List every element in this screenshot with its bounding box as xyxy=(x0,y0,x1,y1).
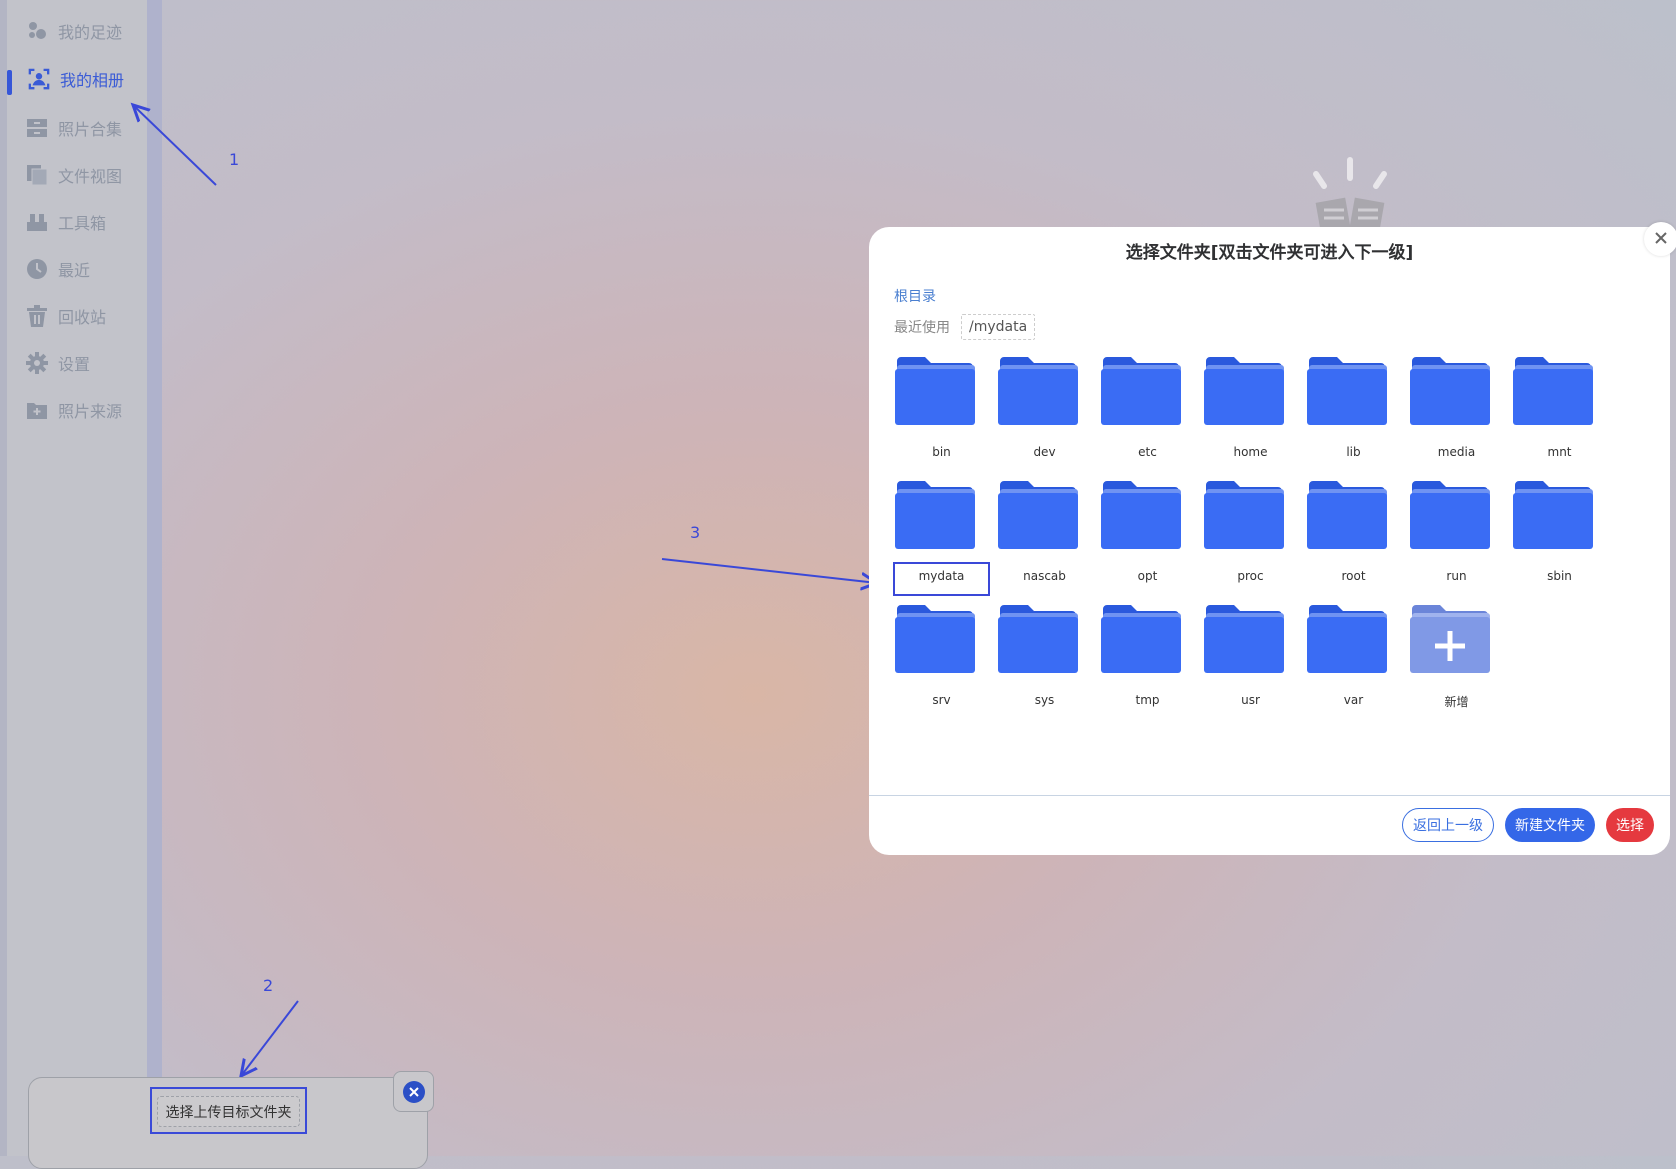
toolbox-icon xyxy=(26,211,48,233)
select-button[interactable]: 选择 xyxy=(1606,808,1654,842)
folder-item[interactable]: var xyxy=(1306,603,1401,715)
folder-label: sbin xyxy=(1547,569,1572,583)
annotation-arrow-2 xyxy=(241,1000,299,1076)
folder-label: root xyxy=(1341,569,1366,583)
sidebar-item-label: 回收站 xyxy=(58,308,107,327)
folder-item[interactable]: sbin xyxy=(1512,479,1607,591)
folder-label: var xyxy=(1343,693,1364,707)
folder-item[interactable]: nascab xyxy=(997,479,1092,591)
empty-state-illustration xyxy=(1300,150,1400,233)
annotation-arrow-3 xyxy=(661,558,877,583)
new-folder-button[interactable]: 新建文件夹 xyxy=(1505,808,1595,842)
folder-label: nascab xyxy=(1023,569,1066,583)
folder-label: srv xyxy=(932,693,951,707)
folder-item[interactable]: run xyxy=(1409,479,1504,591)
sidebar-item-recent[interactable]: 最近 xyxy=(26,252,90,286)
sidebar-item-trash[interactable]: 回收站 xyxy=(26,299,106,333)
folder-label: opt xyxy=(1137,569,1158,583)
dialog-title: 选择文件夹[双击文件夹可进入下一级] xyxy=(1125,243,1414,263)
gear-icon xyxy=(26,352,48,374)
folder-plus-icon xyxy=(26,399,48,421)
sidebar-item-label: 工具箱 xyxy=(58,214,107,233)
sidebar-item-label: 最近 xyxy=(58,261,91,280)
sidebar-item-my-albums[interactable]: 我的相册 xyxy=(28,62,124,96)
sidebar-item-photo-sources[interactable]: 照片来源 xyxy=(26,393,122,427)
select-upload-folder-button[interactable]: 选择上传目标文件夹 xyxy=(157,1096,300,1127)
dialog-close-button[interactable] xyxy=(1644,222,1676,256)
close-icon xyxy=(1654,230,1668,249)
folder-label: dev xyxy=(1033,445,1056,459)
files-copy-icon xyxy=(26,164,48,186)
footprints-icon xyxy=(26,20,48,42)
folder-item[interactable]: dev xyxy=(997,355,1092,467)
folder-item[interactable]: home xyxy=(1203,355,1298,467)
sidebar: 我的足迹 我的相册 照片合集 文件视图 工具箱 最近 回收站 设置 照片来源 xyxy=(0,0,147,1156)
folder-item[interactable]: root xyxy=(1306,479,1401,591)
folder-item[interactable]: usr xyxy=(1203,603,1298,715)
go-up-button[interactable]: 返回上一级 xyxy=(1402,808,1494,842)
sidebar-item-label: 照片合集 xyxy=(58,120,123,139)
folder-label: run xyxy=(1446,569,1467,583)
folder-label: mnt xyxy=(1547,445,1572,459)
folder-item[interactable]: sys xyxy=(997,603,1092,715)
upload-close-button[interactable] xyxy=(393,1071,434,1112)
sidebar-item-toolbox[interactable]: 工具箱 xyxy=(26,205,106,239)
sidebar-scrollbar[interactable] xyxy=(147,0,162,1156)
folder-item[interactable]: bin xyxy=(894,355,989,467)
app-root: 我的足迹 我的相册 照片合集 文件视图 工具箱 最近 回收站 设置 照片来源 1… xyxy=(0,0,1676,1169)
folder-picker-dialog: 选择文件夹[双击文件夹可进入下一级] 根目录 最近使用 /mydata bin d… xyxy=(869,227,1670,855)
recent-label: 最近使用 xyxy=(894,320,950,336)
close-circle-icon xyxy=(402,1080,425,1103)
folder-label: proc xyxy=(1237,569,1264,583)
folder-item[interactable]: opt xyxy=(1100,479,1195,591)
sidebar-item-label: 文件视图 xyxy=(58,167,123,186)
annotation-highlight-mydata xyxy=(893,562,990,596)
sidebar-item-label: 照片来源 xyxy=(58,402,123,421)
annotation-number-2: 2 xyxy=(263,976,274,995)
folder-label: bin xyxy=(932,445,951,459)
folder-label: usr xyxy=(1241,693,1260,707)
folder-label: tmp xyxy=(1135,693,1160,707)
folder-item[interactable]: srv xyxy=(894,603,989,715)
annotation-number-1: 1 xyxy=(229,150,240,169)
active-indicator xyxy=(7,70,12,95)
folder-label: lib xyxy=(1346,445,1361,459)
folder-label: 新增 xyxy=(1444,695,1469,709)
folder-item[interactable]: lib xyxy=(1306,355,1401,467)
recent-path-tag[interactable]: /mydata xyxy=(961,314,1036,340)
sidebar-item-settings[interactable]: 设置 xyxy=(26,346,90,380)
sidebar-item-file-view[interactable]: 文件视图 xyxy=(26,158,122,192)
sidebar-item-label: 我的相册 xyxy=(60,71,125,90)
clock-icon xyxy=(26,258,48,280)
folder-item[interactable]: proc xyxy=(1203,479,1298,591)
sidebar-item-label: 我的足迹 xyxy=(58,23,123,42)
sidebar-item-collections[interactable]: 照片合集 xyxy=(26,111,122,145)
collection-box-icon xyxy=(26,117,48,139)
sidebar-edge xyxy=(0,0,7,1156)
dialog-divider xyxy=(869,795,1670,796)
trash-icon xyxy=(26,305,48,327)
folder-item[interactable]: mnt xyxy=(1512,355,1607,467)
folder-label: home xyxy=(1233,445,1268,459)
new-folder-tile[interactable]: 新增 xyxy=(1409,603,1504,715)
folder-label: etc xyxy=(1138,445,1157,459)
folder-label: media xyxy=(1437,445,1476,459)
person-frame-icon xyxy=(28,68,50,90)
sidebar-item-footprints[interactable]: 我的足迹 xyxy=(26,14,122,48)
folder-item[interactable]: media xyxy=(1409,355,1504,467)
annotation-number-3: 3 xyxy=(690,523,701,542)
folder-item[interactable]: etc xyxy=(1100,355,1195,467)
sidebar-item-label: 设置 xyxy=(58,355,91,374)
breadcrumb-root[interactable]: 根目录 xyxy=(894,286,936,306)
folder-label: sys xyxy=(1034,693,1055,707)
folder-item[interactable]: tmp xyxy=(1100,603,1195,715)
